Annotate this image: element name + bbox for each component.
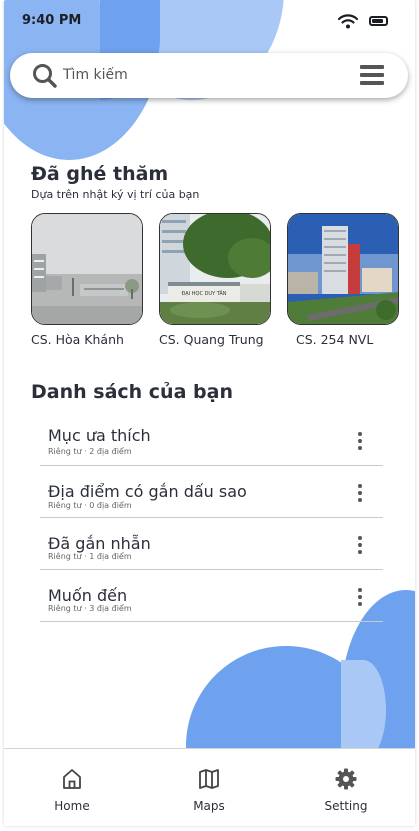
list-item-meta: Riêng tư · 2 địa điểm xyxy=(48,447,132,456)
list-item-meta: Riêng tư · 1 địa điểm xyxy=(48,552,132,561)
place-card-hoa-khanh[interactable] xyxy=(31,213,143,325)
hamburger-menu-icon[interactable] xyxy=(360,63,384,87)
place-label: CS. Hòa Khánh xyxy=(31,332,124,347)
campus-photo: ĐẠI HỌC DUY TÂN xyxy=(160,214,270,324)
bottom-navigation: Home Maps Setting xyxy=(4,748,415,826)
nav-maps-label: Maps xyxy=(193,799,225,813)
nav-maps[interactable]: Maps xyxy=(169,749,249,826)
list-item-meta: Riêng tư · 0 địa điểm xyxy=(48,501,132,510)
place-label: CS. 254 NVL xyxy=(296,332,374,347)
lists-section-title: Danh sách của bạn xyxy=(31,381,233,403)
gear-icon[interactable] xyxy=(334,767,358,791)
visited-section-title: Đã ghé thăm xyxy=(31,163,169,185)
battery-icon xyxy=(369,16,388,26)
more-options-icon[interactable] xyxy=(356,588,364,608)
list-item-meta: Riêng tư · 3 địa điểm xyxy=(48,604,132,613)
place-card-quang-trung[interactable]: ĐẠI HỌC DUY TÂN xyxy=(159,213,271,325)
campus-photo xyxy=(32,214,142,324)
campus-sign-text: ĐẠI HỌC DUY TÂN xyxy=(181,290,226,297)
more-options-icon[interactable] xyxy=(356,536,364,556)
decorative-blob xyxy=(341,660,386,760)
nav-setting[interactable]: Setting xyxy=(306,749,386,826)
nav-home[interactable]: Home xyxy=(32,749,112,826)
list-item[interactable]: Địa điểm có gắn dấu sao Riêng tư · 0 địa… xyxy=(40,466,383,518)
wifi-icon xyxy=(338,14,358,29)
list-item[interactable]: Mục ưa thích Riêng tư · 2 địa điểm xyxy=(40,414,383,466)
home-icon[interactable] xyxy=(60,767,84,791)
place-card-254-nvl[interactable] xyxy=(287,213,399,325)
list-item-title: Đã gắn nhẵn xyxy=(48,534,151,553)
list-item-title: Mục ưa thích xyxy=(48,426,151,445)
list-item[interactable]: Đã gắn nhẵn Riêng tư · 1 địa điểm xyxy=(40,518,383,570)
list-item[interactable]: Muốn đến Riêng tư · 3 địa điểm xyxy=(40,570,383,622)
nav-setting-label: Setting xyxy=(324,799,368,813)
status-time: 9:40 PM xyxy=(22,13,82,28)
list-item-title: Muốn đến xyxy=(48,586,128,605)
nav-home-label: Home xyxy=(54,799,90,813)
visited-section-subtitle: Dựa trên nhật ký vị trí của bạn xyxy=(31,188,200,201)
search-input[interactable] xyxy=(63,63,343,87)
more-options-icon[interactable] xyxy=(356,484,364,504)
more-options-icon[interactable] xyxy=(356,432,364,452)
map-icon[interactable] xyxy=(197,767,221,791)
status-bar: 9:40 PM xyxy=(4,0,415,44)
search-bar[interactable] xyxy=(10,53,408,98)
phone-screen: 9:40 PM Đã ghé thăm Dựa trên nhật ký vị … xyxy=(4,0,415,826)
search-icon[interactable] xyxy=(32,63,58,89)
campus-photo xyxy=(288,214,398,324)
place-label: CS. Quang Trung xyxy=(159,332,264,347)
list-item-title: Địa điểm có gắn dấu sao xyxy=(48,482,247,501)
